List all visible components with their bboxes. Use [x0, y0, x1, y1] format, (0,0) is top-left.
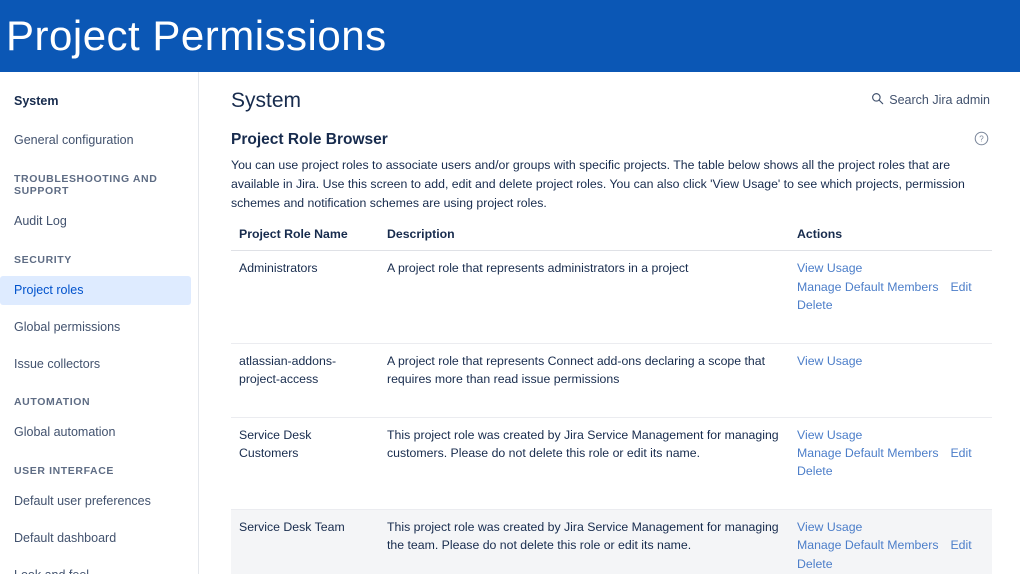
cell-role-actions: View Usage Manage Default Members Edit Dele…: [789, 251, 992, 325]
sidebar-item-global-permissions[interactable]: Global permissions: [0, 313, 191, 342]
table-row: Service Desk Team This project role was c…: [231, 509, 992, 574]
action-line: Manage Default Members Edit: [797, 444, 984, 462]
sidebar-item-general-configuration[interactable]: General configuration: [0, 126, 191, 155]
intro-paragraph: You can use project roles to associate u…: [231, 158, 965, 211]
page-banner: Project Permissions: [0, 0, 1020, 72]
action-link-delete[interactable]: Delete: [797, 557, 833, 571]
action-link-delete[interactable]: Delete: [797, 298, 833, 312]
action-link-view-usage[interactable]: View Usage: [797, 261, 862, 275]
action-line: Manage Default Members Edit: [797, 536, 984, 554]
sidebar-group-label: TROUBLESHOOTING AND SUPPORT: [14, 172, 158, 197]
main-header: System Search Jira admin: [231, 88, 990, 113]
row-divider: [231, 324, 992, 344]
table-row: atlassian-addons-project-access A project…: [231, 343, 992, 398]
section-title: Project Role Browser: [231, 131, 388, 149]
action-line: View Usage: [797, 259, 984, 277]
sidebar-heading: System: [14, 94, 59, 108]
table-row: Administrators A project role that repres…: [231, 251, 992, 325]
row-divider-cell: [231, 490, 992, 510]
action-line: View Usage: [797, 518, 984, 536]
action-link-manage-default-members[interactable]: Manage Default Members: [797, 280, 938, 294]
cell-role-name: atlassian-addons-project-access: [239, 353, 337, 387]
action-line: View Usage: [797, 426, 984, 444]
action-line: Manage Default Members Edit: [797, 278, 984, 296]
sidebar-item-global-automation[interactable]: Global automation: [0, 418, 191, 447]
row-divider-cell: [231, 324, 992, 344]
sidebar-item-default-user-preferences[interactable]: Default user preferences: [0, 487, 191, 516]
project-roles-table: Project Role Name Description Actions Ad…: [231, 227, 992, 574]
section-header: Project Role Browser ?: [231, 131, 990, 156]
action-line: View Usage: [797, 352, 984, 370]
action-link-view-usage[interactable]: View Usage: [797, 354, 862, 368]
row-divider: [231, 398, 992, 418]
action-line: Delete: [797, 296, 984, 314]
row-divider-cell: [231, 398, 992, 418]
cell-role-actions: View Usage Manage Default Members Edit Dele…: [789, 417, 992, 491]
cell-role-description: A project role that represents Connect a…: [387, 353, 766, 387]
table-body: Administrators A project role that repres…: [231, 251, 992, 574]
cell-role-description: This project role was created by Jira Se…: [387, 427, 779, 460]
table-row: Service Desk Customers This project role …: [231, 417, 992, 491]
column-header-description: Description: [379, 227, 789, 252]
sidebar-item-default-dashboard[interactable]: Default dashboard: [0, 524, 191, 553]
cell-role-actions: View Usage Manage Default Members Edit Dele…: [789, 509, 992, 574]
cell-role-name: Service Desk Team: [231, 509, 379, 574]
action-link-edit[interactable]: Edit: [950, 280, 971, 294]
action-link-view-usage[interactable]: View Usage: [797, 520, 862, 534]
action-link-manage-default-members[interactable]: Manage Default Members: [797, 538, 938, 552]
sidebar-group-label: AUTOMATION: [14, 396, 91, 409]
search-icon: [871, 92, 884, 108]
table-head: Project Role Name Description Actions: [231, 227, 992, 252]
main-content: System Search Jira admin Project Role Br…: [200, 72, 1020, 574]
row-divider: [231, 490, 992, 510]
action-line: Delete: [797, 462, 984, 480]
action-link-edit[interactable]: Edit: [950, 538, 971, 552]
admin-sidebar: System General configuration TROUBLESHOOT…: [0, 72, 199, 574]
sidebar-groups: General configuration TROUBLESHOOTING AND…: [0, 126, 198, 574]
sidebar-item-project-roles[interactable]: Project roles: [0, 275, 191, 305]
sidebar-group-label: SECURITY: [14, 253, 72, 266]
banner-title: Project Permissions: [6, 12, 387, 59]
action-line: Delete: [797, 555, 984, 573]
cell-role-name: Service Desk Customers: [239, 427, 312, 460]
search-jira-admin-label: Search Jira admin: [889, 93, 990, 107]
sidebar-item-audit-log[interactable]: Audit Log: [0, 207, 191, 236]
cell-role-description: A project role that represents administr…: [387, 261, 689, 276]
sidebar-group-label: USER INTERFACE: [14, 465, 114, 478]
column-header-project-role-name: Project Role Name: [231, 227, 379, 252]
cell-role-name: Administrators: [239, 261, 318, 276]
screen-root: Project Permissions System General confi…: [0, 0, 1020, 574]
column-header-actions: Actions: [789, 227, 992, 252]
help-circle-icon[interactable]: ?: [974, 131, 989, 151]
cell-role-description: This project role was created by Jira Se…: [379, 509, 789, 574]
sidebar-item-issue-collectors[interactable]: Issue collectors: [0, 350, 191, 379]
sidebar-item-look-and-feel[interactable]: Look and feel: [0, 561, 191, 574]
action-link-edit[interactable]: Edit: [950, 446, 971, 460]
svg-text:?: ?: [979, 135, 984, 144]
table-header-row: Project Role Name Description Actions: [231, 227, 992, 252]
search-jira-admin-button[interactable]: Search Jira admin: [871, 92, 990, 108]
action-link-manage-default-members[interactable]: Manage Default Members: [797, 446, 938, 460]
action-link-view-usage[interactable]: View Usage: [797, 428, 862, 442]
cell-role-actions: View Usage: [789, 343, 992, 398]
action-link-delete[interactable]: Delete: [797, 464, 833, 478]
